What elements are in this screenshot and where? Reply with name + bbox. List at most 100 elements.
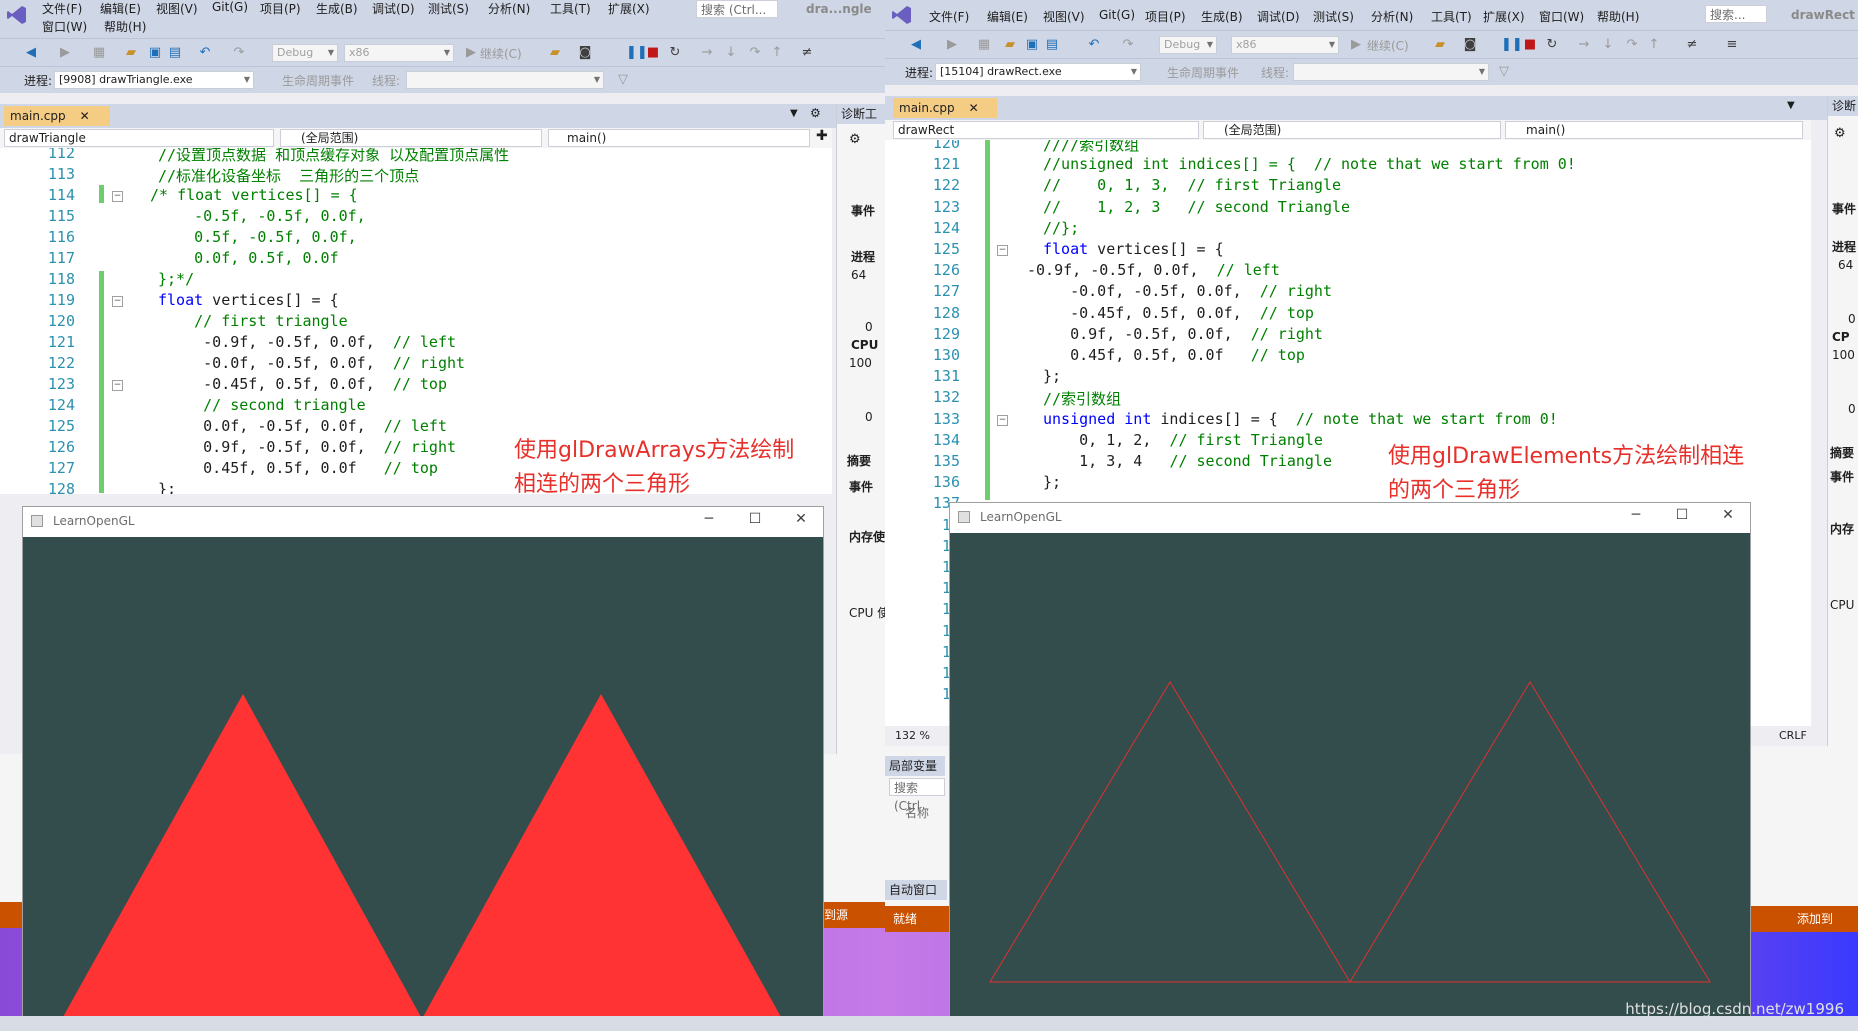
search-input[interactable]: 搜索...: [1705, 5, 1767, 23]
menu-item[interactable]: 工具(T): [550, 0, 591, 17]
menu-item[interactable]: 扩展(X): [608, 0, 650, 17]
filter-icon[interactable]: ▽: [616, 73, 630, 87]
code-line[interactable]: -0.9f, -0.5f, 0.0f, // left: [1027, 261, 1280, 279]
code-line[interactable]: /* float vertices[] = {: [150, 186, 358, 204]
step-over-icon[interactable]: ↷: [1625, 38, 1639, 52]
collapse-icon[interactable]: −: [997, 245, 1008, 256]
step-into-icon[interactable]: ↓: [1601, 38, 1615, 52]
step-into-icon[interactable]: ↓: [724, 46, 738, 60]
menu-item[interactable]: 工具(T): [1431, 8, 1472, 25]
close-icon[interactable]: ✕: [789, 511, 813, 527]
lifecycle-events-button[interactable]: 生命周期事件: [282, 72, 354, 89]
continue-button[interactable]: 继续(C): [480, 45, 522, 62]
code-line[interactable]: -0.45f, 0.5f, 0.0f, // top: [158, 375, 447, 393]
new-item-icon[interactable]: ▦: [92, 46, 106, 60]
process-select[interactable]: [9908] drawTriangle.exe ▼: [54, 71, 254, 89]
menu-item[interactable]: 生成(B): [316, 0, 358, 17]
menu-item[interactable]: 分析(N): [1371, 8, 1413, 25]
align-icon[interactable]: ≡: [1725, 38, 1739, 52]
minimize-icon[interactable]: ─: [697, 511, 721, 527]
code-line[interactable]: // second triangle: [158, 396, 366, 414]
code-line[interactable]: };*/: [158, 270, 194, 288]
play-icon[interactable]: ▶: [464, 46, 478, 60]
code-line[interactable]: float vertices[] = {: [1043, 240, 1224, 258]
code-line[interactable]: //unsigned int indices[] = { // note tha…: [1043, 155, 1576, 173]
code-line[interactable]: };: [158, 480, 176, 494]
gear-icon[interactable]: ⚙: [1834, 126, 1846, 141]
menu-item[interactable]: 调试(D): [1257, 8, 1300, 25]
lifecycle-events-button[interactable]: 生命周期事件: [1167, 64, 1239, 81]
back-icon[interactable]: ◀: [24, 46, 38, 60]
code-line[interactable]: 0.45f, 0.5f, 0.0f // top: [1043, 346, 1305, 364]
code-line[interactable]: // 0, 1, 3, // first Triangle: [1043, 176, 1341, 194]
menu-item[interactable]: 窗口(W): [1539, 8, 1584, 25]
tab-main-cpp[interactable]: main.cpp ✕: [4, 106, 110, 126]
restart-icon[interactable]: ↻: [1545, 38, 1559, 52]
function-select[interactable]: main(): [548, 129, 810, 147]
code-line[interactable]: 0.9f, -0.5f, 0.0f, // right: [158, 438, 456, 456]
menu-item[interactable]: 视图(V): [156, 0, 198, 17]
code-line[interactable]: 0, 1, 2, // first Triangle: [1043, 431, 1323, 449]
collapse-icon[interactable]: −: [112, 296, 123, 307]
step-next-icon[interactable]: →: [1577, 38, 1591, 52]
project-select[interactable]: drawTriangle: [4, 129, 274, 147]
code-line[interactable]: -0.5f, -0.5f, 0.0f,: [158, 207, 366, 225]
menu-item[interactable]: 扩展(X): [1483, 8, 1525, 25]
redo-icon[interactable]: ↷: [232, 46, 246, 60]
config-select[interactable]: Debug ▼: [1159, 36, 1217, 54]
menu-item[interactable]: 测试(S): [428, 0, 469, 17]
code-line[interactable]: -0.0f, -0.5f, 0.0f, // right: [1043, 282, 1332, 300]
add-to-source-control[interactable]: 添加到: [1797, 906, 1833, 932]
menu-item[interactable]: Git(G): [1099, 8, 1135, 22]
step-next-icon[interactable]: →: [700, 46, 714, 60]
step-out-icon[interactable]: ↑: [1647, 38, 1661, 52]
close-icon[interactable]: ✕: [969, 101, 979, 115]
folder-icon[interactable]: ▰: [1433, 38, 1447, 52]
locals-search-input[interactable]: 搜索(Ctrl: [889, 778, 945, 813]
tab-main-cpp[interactable]: main.cpp ✕: [893, 98, 997, 118]
save-icon[interactable]: ▣: [1025, 38, 1039, 52]
menu-item[interactable]: 编辑(E): [987, 8, 1028, 25]
scope-select[interactable]: (全局范围): [1203, 121, 1501, 139]
code-line[interactable]: ////索引数组: [1043, 140, 1139, 155]
code-line[interactable]: unsigned int indices[] = { // note that …: [1043, 410, 1558, 428]
platform-select[interactable]: x86 ▼: [1231, 36, 1339, 54]
menu-item[interactable]: 分析(N): [488, 0, 530, 17]
undo-icon[interactable]: ↶: [1087, 38, 1101, 52]
menu-item[interactable]: 调试(D): [372, 0, 415, 17]
code-line[interactable]: -0.9f, -0.5f, 0.0f, // left: [158, 333, 456, 351]
summary-tab[interactable]: 摘要: [1830, 444, 1854, 461]
gear-icon[interactable]: ⚙: [810, 106, 821, 120]
camera-icon[interactable]: ◙: [1463, 38, 1477, 52]
code-line[interactable]: -0.0f, -0.5f, 0.0f, // right: [158, 354, 465, 372]
stop-icon[interactable]: ■: [1523, 38, 1537, 52]
step-over-icon[interactable]: ↷: [748, 46, 762, 60]
dropdown-icon[interactable]: ▼: [790, 108, 798, 119]
forward-icon[interactable]: ▶: [58, 46, 72, 60]
code-line[interactable]: 1, 3, 4 // second Triangle: [1043, 452, 1332, 470]
line-ending[interactable]: CRLF: [1779, 729, 1807, 742]
code-line[interactable]: //索引数组: [1043, 388, 1121, 409]
thread-select[interactable]: ▼: [406, 71, 604, 89]
collapse-icon[interactable]: −: [997, 414, 1008, 426]
menu-item[interactable]: 文件(F): [42, 0, 82, 17]
back-icon[interactable]: ◀: [909, 38, 923, 52]
format-icon[interactable]: ≠: [800, 46, 814, 60]
menu-item[interactable]: 测试(S): [1313, 8, 1354, 25]
redo-icon[interactable]: ↷: [1121, 38, 1135, 52]
menu-item[interactable]: 窗口(W): [42, 18, 87, 35]
collapse-icon[interactable]: −: [112, 191, 123, 202]
maximize-icon[interactable]: ☐: [743, 511, 767, 527]
summary-tab[interactable]: 摘要: [847, 452, 871, 469]
collapse-icon[interactable]: −: [112, 380, 123, 391]
gear-icon[interactable]: ⚙: [849, 132, 861, 147]
menu-item[interactable]: 项目(P): [1145, 8, 1186, 25]
pause-icon[interactable]: ❚❚: [1501, 38, 1523, 52]
menu-item[interactable]: 帮助(H): [1597, 8, 1639, 25]
code-line[interactable]: 0.5f, -0.5f, 0.0f,: [158, 228, 357, 246]
restart-icon[interactable]: ↻: [668, 46, 682, 60]
open-folder-icon[interactable]: ▰: [1003, 38, 1017, 52]
code-line[interactable]: //设置顶点数据 和顶点缓存对象 以及配置顶点属性: [158, 148, 509, 165]
scope-select[interactable]: (全局范围): [280, 129, 542, 147]
tab-autos[interactable]: 自动窗口: [885, 880, 947, 900]
